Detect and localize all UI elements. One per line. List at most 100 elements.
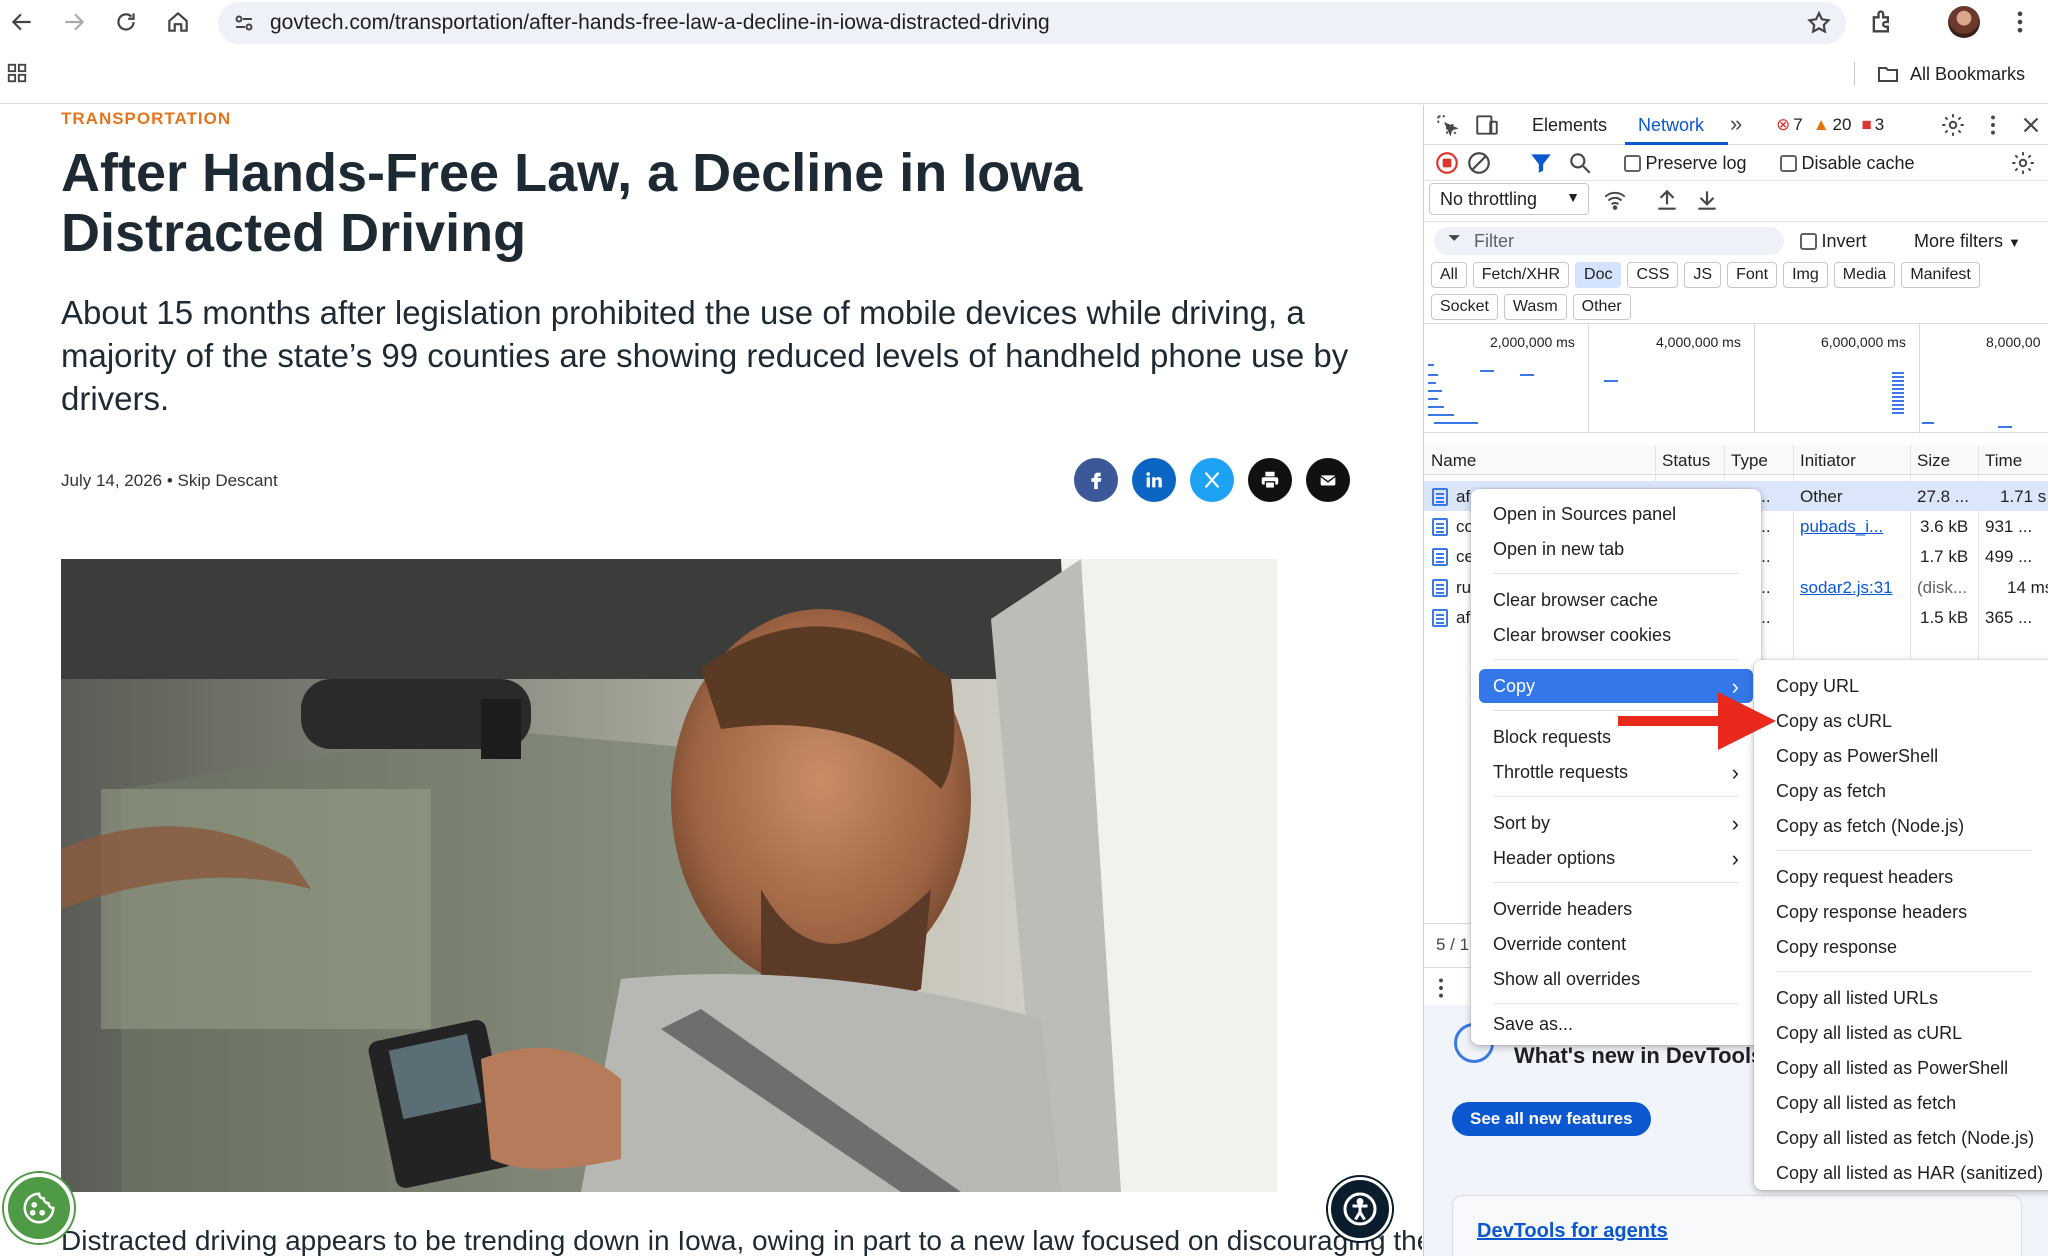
device-toolbar-icon[interactable]	[1474, 112, 1500, 138]
more-vertical-icon[interactable]	[2006, 8, 2034, 36]
invert-checkbox[interactable]: Invert	[1800, 231, 1866, 252]
column-initiator[interactable]: Initiator	[1800, 451, 1856, 471]
devtools-agents-link[interactable]: DevTools for agents	[1477, 1220, 1668, 1243]
chip-socket[interactable]: Socket	[1431, 294, 1498, 320]
more-filters-dropdown[interactable]: More filters ▼	[1914, 231, 2021, 252]
menu-item-copy-as-powershell[interactable]: Copy as PowerShell	[1754, 739, 2048, 773]
menu-item-copy-request-headers[interactable]: Copy request headers	[1754, 860, 2048, 894]
error-count[interactable]: ⊗ 7	[1776, 115, 1803, 135]
warning-count[interactable]: ▲ 20	[1813, 115, 1852, 135]
x-share-button[interactable]	[1190, 458, 1234, 502]
see-all-features-button[interactable]: See all new features	[1452, 1102, 1651, 1136]
inspect-element-icon[interactable]	[1434, 112, 1460, 138]
drawer-menu-icon[interactable]	[1428, 975, 1454, 1001]
forward-button[interactable]	[52, 0, 96, 44]
network-conditions-wifi-icon[interactable]	[1602, 187, 1628, 213]
menu-item-copy-all-urls[interactable]: Copy all listed URLs	[1754, 981, 2048, 1015]
facebook-share-button[interactable]	[1074, 458, 1118, 502]
article-category[interactable]: TRANSPORTATION	[61, 109, 231, 129]
import-har-upload-icon[interactable]	[1654, 187, 1680, 213]
email-share-button[interactable]	[1306, 458, 1350, 502]
chip-fetch-xhr[interactable]: Fetch/XHR	[1472, 262, 1570, 288]
timeline-gridline	[1754, 324, 1755, 434]
column-status[interactable]: Status	[1662, 451, 1710, 471]
back-button[interactable]	[0, 0, 44, 44]
devtools-menu-icon[interactable]	[1980, 112, 2006, 138]
console-counts[interactable]: ⊗ 7 ▲ 20 ■ 3	[1776, 115, 1884, 135]
menu-item-copy-as-curl[interactable]: Copy as cURL	[1754, 704, 2048, 738]
menu-item-clear-browser-cookies[interactable]: Clear browser cookies	[1471, 618, 1761, 652]
chip-css[interactable]: CSS	[1627, 262, 1679, 288]
menu-item-copy-all-as-curl[interactable]: Copy all listed as cURL	[1754, 1016, 2048, 1050]
network-overview-timeline[interactable]: 2,000,000 ms 4,000,000 ms 6,000,000 ms 8…	[1424, 323, 2048, 434]
menu-item-show-all-overrides[interactable]: Show all overrides	[1471, 962, 1761, 996]
extensions-icon[interactable]	[1868, 8, 1896, 36]
chip-doc[interactable]: Doc	[1575, 262, 1622, 288]
tab-network[interactable]: Network	[1638, 115, 1704, 136]
column-type[interactable]: Type	[1731, 451, 1768, 471]
issue-count[interactable]: ■ 3	[1861, 115, 1884, 135]
cookie-settings-button[interactable]	[4, 1173, 74, 1243]
column-size[interactable]: Size	[1917, 451, 1950, 471]
menu-item-open-in-new-tab[interactable]: Open in new tab	[1471, 532, 1761, 566]
address-bar[interactable]: govtech.com/transportation/after-hands-f…	[218, 2, 1846, 44]
print-button[interactable]	[1248, 458, 1292, 502]
chip-manifest[interactable]: Manifest	[1901, 262, 1980, 288]
clear-log-icon[interactable]	[1466, 150, 1492, 176]
row-initiator-link[interactable]: pubads_i...	[1800, 517, 1883, 537]
menu-item-header-options[interactable]: Header options ›	[1471, 841, 1761, 875]
apps-grid-icon[interactable]	[6, 62, 28, 84]
disable-cache-checkbox[interactable]: Disable cache	[1780, 153, 1915, 174]
row-initiator-link[interactable]: sodar2.js:31	[1800, 578, 1893, 598]
url-text[interactable]: govtech.com/transportation/after-hands-f…	[270, 11, 1050, 35]
menu-item-copy-as-fetch[interactable]: Copy as fetch	[1754, 774, 2048, 808]
home-button[interactable]	[156, 0, 200, 44]
search-icon[interactable]	[1567, 150, 1593, 176]
chip-media[interactable]: Media	[1833, 262, 1896, 288]
menu-item-clear-browser-cache[interactable]: Clear browser cache	[1471, 583, 1761, 617]
column-name[interactable]: Name	[1431, 451, 1476, 471]
menu-item-copy-response-headers[interactable]: Copy response headers	[1754, 895, 2048, 929]
chip-img[interactable]: Img	[1783, 262, 1828, 288]
menu-item-throttle-requests[interactable]: Throttle requests ›	[1471, 755, 1761, 789]
site-settings-icon[interactable]	[232, 11, 256, 35]
column-time[interactable]: Time	[1985, 451, 2022, 471]
chip-other[interactable]: Other	[1572, 294, 1631, 320]
record-stop-icon[interactable]	[1434, 150, 1460, 176]
chip-all[interactable]: All	[1431, 262, 1467, 288]
network-settings-gear-icon[interactable]	[2010, 150, 2036, 176]
close-devtools-icon[interactable]	[2018, 112, 2044, 138]
menu-item-sort-by[interactable]: Sort by ›	[1471, 806, 1761, 840]
menu-item-save-as[interactable]: Save as...	[1471, 1007, 1761, 1041]
tab-elements[interactable]: Elements	[1532, 115, 1607, 136]
error-icon: ⊗	[1776, 115, 1791, 134]
all-bookmarks-button[interactable]: All Bookmarks	[1876, 62, 2025, 86]
chip-wasm[interactable]: Wasm	[1503, 294, 1567, 320]
filter-input[interactable]: ⏷ Filter	[1434, 227, 1784, 255]
menu-item-copy-all-as-fetch-node[interactable]: Copy all listed as fetch (Node.js)	[1754, 1121, 2048, 1155]
throttling-select[interactable]: No throttling ▼	[1429, 183, 1589, 215]
chip-js[interactable]: JS	[1684, 262, 1722, 288]
menu-item-copy-all-as-powershell[interactable]: Copy all listed as PowerShell	[1754, 1051, 2048, 1085]
chip-font[interactable]: Font	[1727, 262, 1778, 288]
document-icon	[1432, 609, 1448, 627]
menu-item-copy-as-fetch-node[interactable]: Copy as fetch (Node.js)	[1754, 809, 2048, 843]
menu-item-copy-all-as-har[interactable]: Copy all listed as HAR (sanitized)	[1754, 1156, 2048, 1190]
menu-item-override-content[interactable]: Override content	[1471, 927, 1761, 961]
accessibility-button[interactable]	[1328, 1177, 1392, 1241]
x-twitter-icon	[1204, 471, 1220, 489]
reload-button[interactable]	[104, 0, 148, 44]
menu-item-override-headers[interactable]: Override headers	[1471, 892, 1761, 926]
menu-item-open-in-sources[interactable]: Open in Sources panel	[1471, 497, 1761, 531]
bookmark-star-icon[interactable]	[1806, 10, 1832, 36]
menu-item-copy-response[interactable]: Copy response	[1754, 930, 2048, 964]
filter-funnel-icon[interactable]	[1528, 150, 1554, 176]
settings-gear-icon[interactable]	[1940, 112, 1966, 138]
menu-item-copy-all-as-fetch[interactable]: Copy all listed as fetch	[1754, 1086, 2048, 1120]
preserve-log-checkbox[interactable]: Preserve log	[1624, 153, 1747, 174]
linkedin-share-button[interactable]	[1132, 458, 1176, 502]
menu-item-copy-url[interactable]: Copy URL	[1754, 669, 2048, 703]
profile-avatar[interactable]	[1948, 6, 1980, 38]
more-tabs-chevron-icon[interactable]: »	[1730, 111, 1742, 137]
export-har-download-icon[interactable]	[1694, 187, 1720, 213]
